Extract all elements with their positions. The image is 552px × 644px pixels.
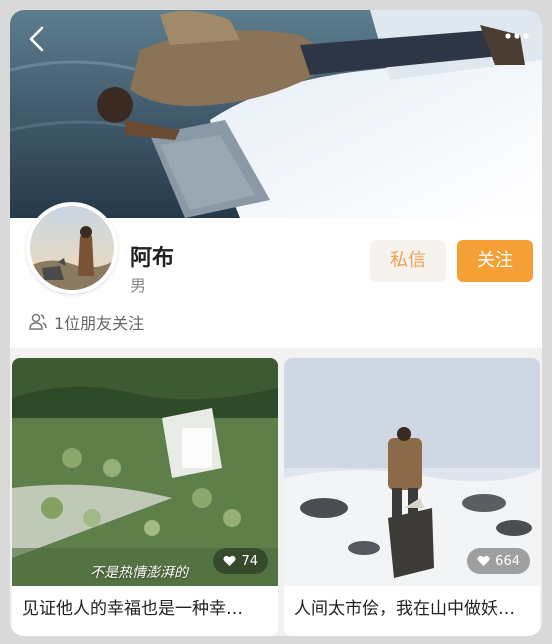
posts-grid: 不是热情澎湃的 74 见证他人的幸福也是一种幸… 664 人间太市侩，我在山中做… [10, 358, 542, 636]
friends-icon [29, 313, 47, 330]
heart-icon [223, 555, 237, 566]
profile-gender: 男 [130, 276, 147, 295]
avatar[interactable] [26, 202, 118, 294]
post-image: 664 [284, 358, 540, 586]
profile-card: 阿布 男 私信 关注 1位朋友关注 [10, 202, 542, 348]
post-card[interactable]: 不是热情澎湃的 74 见证他人的幸福也是一种幸… [12, 358, 278, 636]
like-count-badge: 74 [213, 548, 268, 574]
cover-image [10, 10, 542, 218]
post-overlay-text: 不是热情澎湃的 [90, 565, 188, 581]
post-title: 人间太市侩，我在山中做妖… [294, 599, 515, 619]
followers-info[interactable]: 1位朋友关注 [28, 310, 144, 334]
back-icon[interactable] [26, 26, 48, 52]
like-count-badge: 664 [467, 548, 530, 574]
message-button[interactable]: 私信 [370, 240, 446, 282]
like-count: 664 [495, 553, 520, 569]
profile-page: 阿布 男 私信 关注 1位朋友关注 不是热情澎湃的 74 见证他人的幸福也是一种… [10, 10, 542, 636]
heart-icon [477, 555, 490, 566]
post-title: 见证他人的幸福也是一种幸… [22, 599, 243, 619]
followers-text: 1位朋友关注 [54, 314, 145, 333]
profile-name: 阿布 [130, 246, 175, 271]
post-image: 不是热情澎湃的 74 [12, 358, 278, 586]
like-count: 74 [241, 553, 258, 569]
more-icon[interactable] [504, 32, 530, 40]
follow-button[interactable]: 关注 [457, 240, 533, 282]
post-card[interactable]: 664 人间太市侩，我在山中做妖… [284, 358, 540, 636]
